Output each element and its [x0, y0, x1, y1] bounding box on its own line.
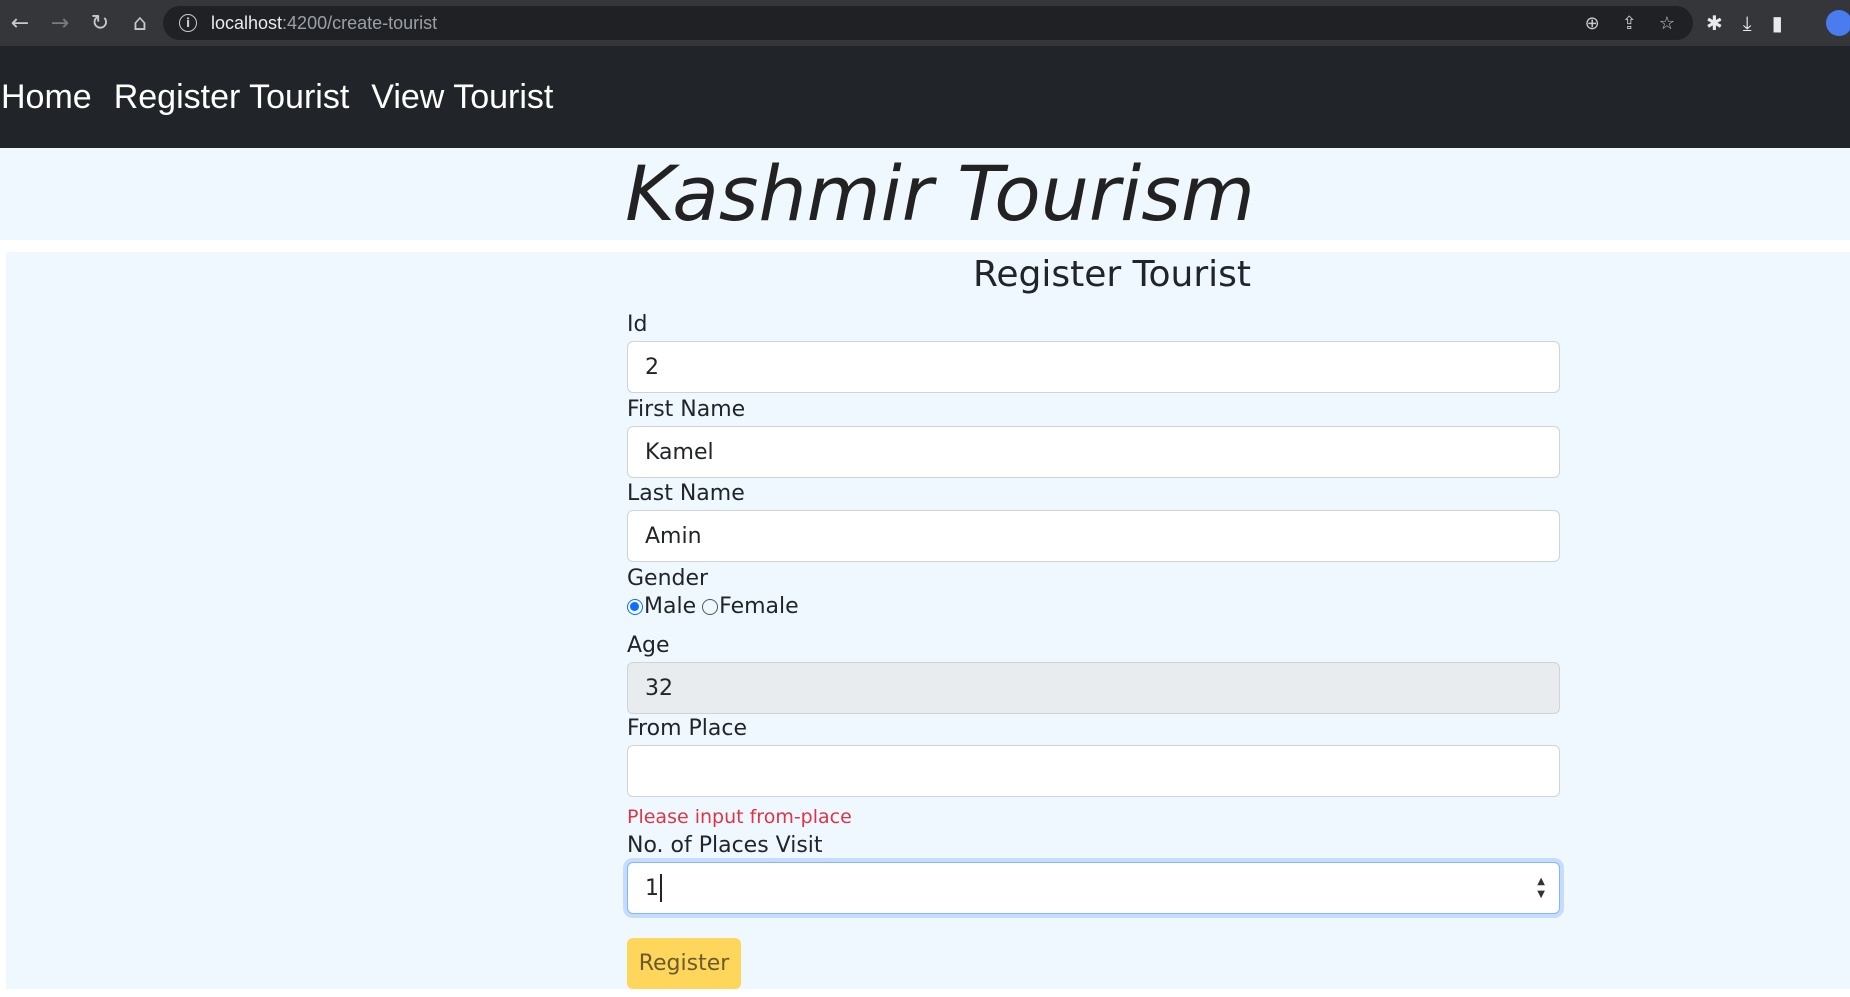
site-title: Kashmir Tourism	[625, 149, 1255, 238]
id-field-group: Id 2	[627, 312, 1560, 393]
places-visit-input[interactable]: 1 ▲ ▼	[627, 862, 1560, 914]
site-info-icon[interactable]: i	[179, 14, 197, 32]
places-visit-value: 1	[645, 875, 659, 901]
first-name-value: Kamel	[645, 439, 714, 465]
address-bar[interactable]: i localhost:4200/create-tourist ⊕ ⇪ ☆	[163, 6, 1693, 40]
gender-female-label: Female	[719, 594, 799, 619]
gender-radio-group: Male Female	[627, 594, 1560, 619]
app-navbar: Home Register Tourist View Tourist	[0, 46, 1850, 148]
id-value: 2	[645, 354, 659, 380]
last-name-label: Last Name	[627, 481, 745, 506]
age-label: Age	[627, 633, 670, 658]
extensions-icon[interactable]: ✱	[1706, 11, 1723, 35]
form-title: Register Tourist	[973, 254, 1252, 295]
from-place-input[interactable]	[627, 745, 1560, 797]
download-icon[interactable]: ⤓	[1743, 11, 1752, 35]
first-name-input[interactable]: Kamel	[627, 426, 1560, 478]
id-label: Id	[627, 312, 648, 337]
from-place-field-group: From Place	[627, 716, 1560, 797]
share-icon[interactable]: ⇪	[1622, 13, 1637, 34]
places-visit-field-group: No. of Places Visit 1 ▲ ▼	[627, 833, 1560, 914]
gender-male-radio[interactable]	[627, 598, 643, 615]
zoom-icon[interactable]: ⊕	[1585, 13, 1600, 34]
from-place-error: Please input from-place	[627, 806, 852, 828]
register-button[interactable]: Register	[627, 938, 741, 989]
last-name-input[interactable]: Amin	[627, 510, 1560, 562]
nav-link-view-tourist[interactable]: View Tourist	[371, 78, 553, 117]
side-panel-icon[interactable]: ▮	[1772, 11, 1783, 35]
gender-field-group: Gender Male Female	[627, 566, 1560, 619]
last-name-value: Amin	[645, 523, 702, 549]
gender-label: Gender	[627, 566, 709, 591]
age-input[interactable]: 32	[627, 662, 1560, 714]
reload-icon[interactable]: ↻	[80, 0, 120, 46]
form-container: Register Tourist Id 2 First Name Kamel L…	[6, 252, 1850, 989]
places-visit-label: No. of Places Visit	[627, 833, 823, 858]
forward-arrow-icon[interactable]: →	[40, 0, 80, 46]
nav-link-home[interactable]: Home	[1, 78, 92, 117]
last-name-field-group: Last Name Amin	[627, 481, 1560, 562]
from-place-label: From Place	[627, 716, 747, 741]
banner: Kashmir Tourism	[0, 148, 1850, 240]
text-caret	[660, 874, 662, 902]
age-field-group: Age 32	[627, 633, 1560, 714]
first-name-label: First Name	[627, 397, 746, 422]
gender-male-label: Male	[644, 594, 697, 619]
back-arrow-icon[interactable]: ←	[0, 0, 40, 46]
home-icon[interactable]: ⌂	[120, 0, 160, 46]
number-spinner[interactable]: ▲ ▼	[1537, 875, 1545, 901]
nav-link-register-tourist[interactable]: Register Tourist	[114, 78, 350, 117]
bookmark-star-icon[interactable]: ☆	[1659, 13, 1675, 34]
profile-avatar[interactable]	[1826, 10, 1850, 36]
gender-female-radio[interactable]	[702, 598, 719, 615]
address-url[interactable]: localhost:4200/create-tourist	[211, 13, 437, 34]
first-name-field-group: First Name Kamel	[627, 397, 1560, 478]
age-value: 32	[645, 675, 673, 701]
id-input[interactable]: 2	[627, 341, 1560, 393]
browser-toolbar: ← → ↻ ⌂ i localhost:4200/create-tourist …	[0, 0, 1850, 46]
